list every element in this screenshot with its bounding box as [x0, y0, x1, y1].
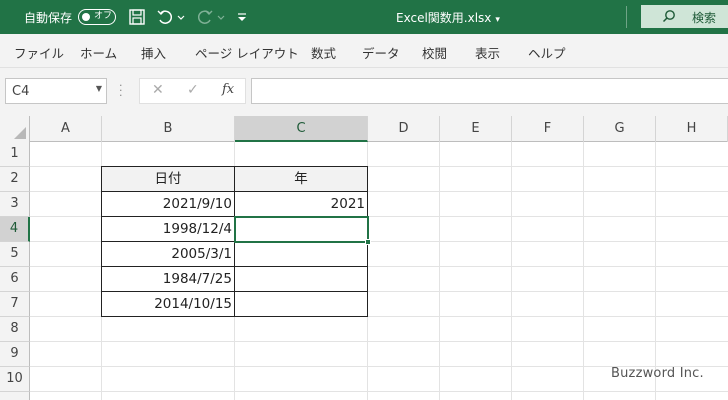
row-header-9[interactable]: 9	[0, 342, 30, 367]
search-label: 検索	[692, 11, 717, 25]
toggle-knob	[82, 12, 90, 21]
formula-buttons: ✕ ✓ fx	[139, 78, 246, 104]
row-header-7[interactable]: 7	[0, 292, 30, 317]
ribbon-tabs: ファイル ホーム 挿入 ページ レイアウト 数式 データ 校閲 表示 ヘルプ	[0, 34, 728, 68]
tab-review[interactable]: 校閲	[422, 43, 447, 62]
formula-bar-grip-icon[interactable]: · · ·	[119, 80, 123, 101]
autosave-label: 自動保存	[24, 11, 73, 25]
row-header-4[interactable]: 4	[0, 217, 30, 242]
tab-file[interactable]: ファイル	[14, 43, 64, 62]
worksheet-grid[interactable]: A B C D E F G H 1 2 3 4 5 6 7 8 9 10 日付 …	[0, 116, 728, 400]
select-all-button[interactable]	[0, 116, 30, 142]
column-header-h[interactable]: H	[656, 116, 728, 142]
column-header-a[interactable]: A	[30, 116, 102, 142]
fill-handle[interactable]	[365, 239, 371, 245]
row-header-11[interactable]	[0, 392, 30, 400]
row-header-1[interactable]: 1	[0, 142, 30, 167]
row-header-3[interactable]: 3	[0, 192, 30, 217]
tab-data[interactable]: データ	[362, 43, 400, 62]
row-header-6[interactable]: 6	[0, 267, 30, 292]
autosave-state: オフ	[94, 11, 113, 21]
column-headers: A B C D E F G H	[0, 116, 728, 142]
gridline	[30, 341, 728, 342]
active-cell-selection	[234, 216, 369, 243]
watermark: Buzzword Inc.	[611, 366, 704, 381]
search-box[interactable]: 検索	[641, 5, 728, 28]
row-header-10[interactable]: 10	[0, 367, 30, 392]
name-box-value: C4	[12, 84, 30, 99]
column-header-g[interactable]: G	[584, 116, 656, 142]
column-header-d[interactable]: D	[368, 116, 440, 142]
gridline	[511, 142, 512, 400]
gridline	[439, 142, 440, 400]
tab-help[interactable]: ヘルプ	[528, 43, 566, 62]
formula-input[interactable]	[251, 78, 728, 104]
name-box-dropdown-icon[interactable]: ▼	[96, 84, 102, 93]
redo-dropdown-icon[interactable]	[216, 8, 226, 26]
tab-view[interactable]: 表示	[475, 43, 500, 62]
undo-icon[interactable]	[156, 8, 174, 26]
row-header-2[interactable]: 2	[0, 167, 30, 192]
autosave-toggle[interactable]: オフ	[78, 9, 116, 25]
table-divider	[101, 291, 368, 292]
undo-dropdown-icon[interactable]	[176, 8, 186, 26]
tab-insert[interactable]: 挿入	[141, 43, 166, 62]
customize-toolbar-icon[interactable]	[236, 8, 248, 26]
insert-function-icon[interactable]: fx	[222, 82, 234, 97]
tab-home[interactable]: ホーム	[80, 43, 117, 62]
cancel-icon[interactable]: ✕	[152, 82, 164, 98]
title-bar: 自動保存 オフ Excel関数用.xlsx ▾ 検索	[0, 0, 728, 34]
table-divider	[101, 191, 368, 192]
gridline	[30, 391, 728, 392]
tab-formulas[interactable]: 数式	[311, 43, 336, 62]
gridline	[655, 142, 656, 400]
column-header-b[interactable]: B	[102, 116, 235, 142]
column-header-e[interactable]: E	[440, 116, 512, 142]
table-divider	[101, 266, 368, 267]
title-dropdown-icon: ▾	[495, 15, 500, 25]
column-header-f[interactable]: F	[512, 116, 584, 142]
redo-icon[interactable]	[196, 8, 214, 26]
enter-icon[interactable]: ✓	[187, 82, 199, 98]
titlebar-separator	[626, 6, 627, 28]
name-box[interactable]: C4 ▼	[5, 78, 107, 104]
search-icon	[662, 9, 676, 27]
row-header-8[interactable]: 8	[0, 317, 30, 342]
formula-bar: C4 ▼ · · · ✕ ✓ fx	[0, 68, 728, 116]
gridline	[583, 142, 584, 400]
tab-page-layout[interactable]: ページ レイアウト	[195, 43, 299, 62]
row-header-5[interactable]: 5	[0, 242, 30, 267]
save-icon[interactable]	[128, 8, 146, 26]
column-header-c[interactable]: C	[235, 116, 368, 142]
window-title[interactable]: Excel関数用.xlsx ▾	[396, 9, 500, 26]
file-name: Excel関数用.xlsx	[396, 11, 492, 25]
